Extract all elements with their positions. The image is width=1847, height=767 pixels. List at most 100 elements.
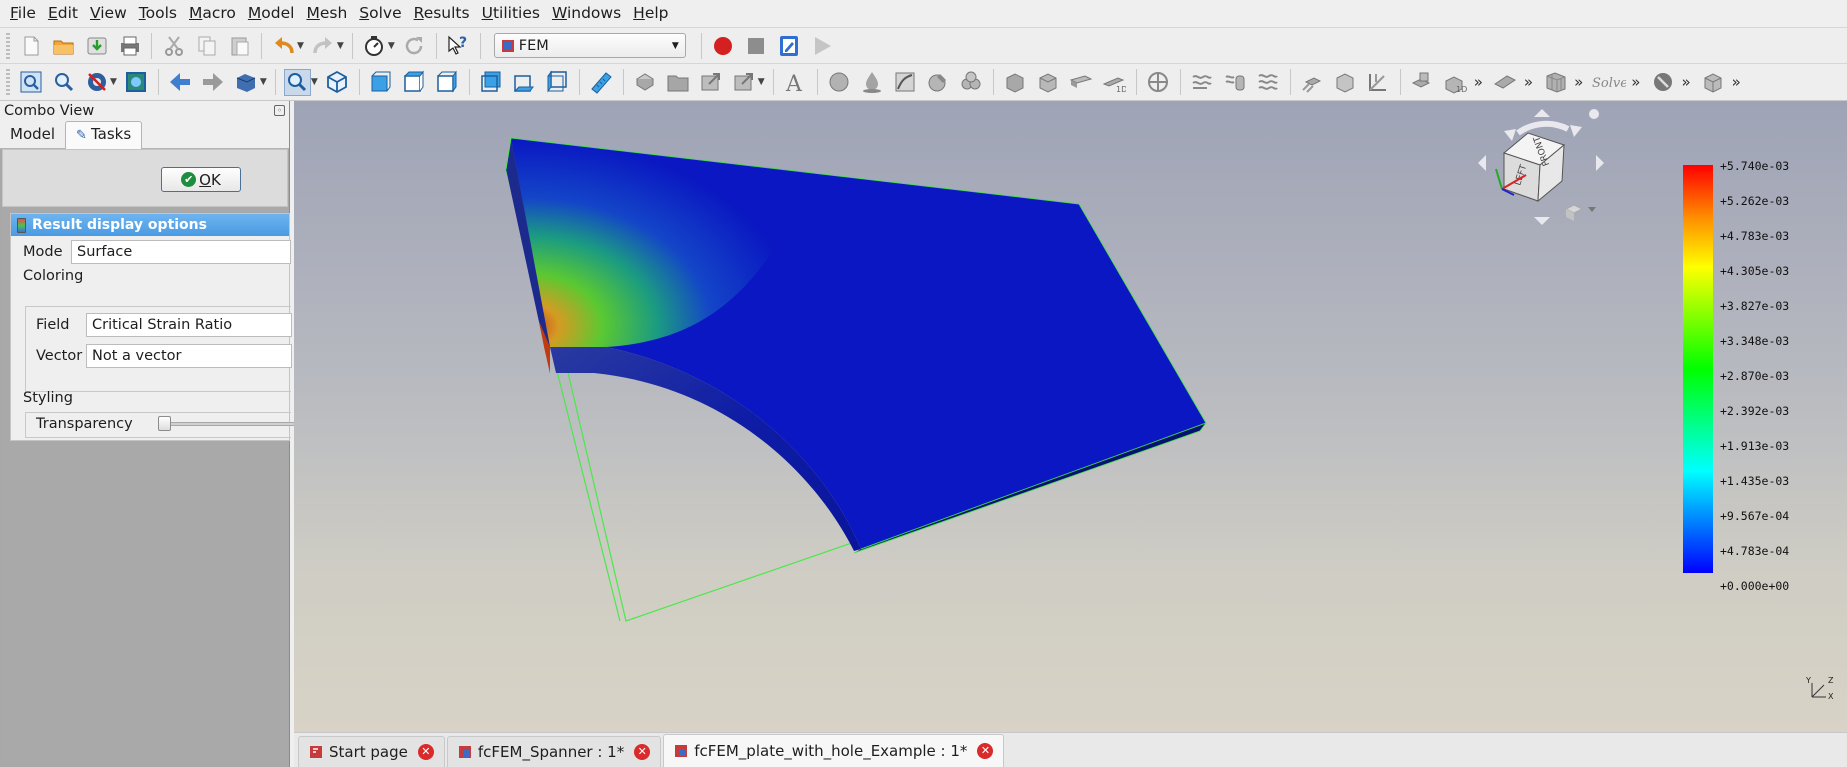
- close-icon[interactable]: ✕: [634, 744, 651, 760]
- fem-folder-icon[interactable]: [665, 69, 692, 96]
- beam-section-icon[interactable]: [1068, 69, 1095, 96]
- material-solid-icon[interactable]: [826, 69, 853, 96]
- std-views-icon[interactable]: [233, 69, 260, 96]
- element-geometry-1d-icon[interactable]: [1002, 69, 1029, 96]
- fit-all-icon[interactable]: [17, 69, 44, 96]
- toolbar-overflow-icon[interactable]: »: [1574, 73, 1583, 91]
- fem-export-dropdown-icon[interactable]: [731, 69, 758, 96]
- view-forward-arrow-icon[interactable]: [200, 69, 227, 96]
- macro-execute-icon[interactable]: [809, 32, 836, 59]
- rotate-arc-icon[interactable]: [1516, 120, 1570, 136]
- toolbar-overflow-icon[interactable]: »: [1631, 73, 1640, 91]
- macro-dropdown-icon[interactable]: ▼: [388, 41, 395, 51]
- 3d-view[interactable]: LEFT FRONT +5.740e-03 +5.262e-03 +4.783e-0…: [294, 101, 1847, 732]
- menu-edit[interactable]: Edit: [42, 0, 84, 27]
- fluid-material-icon[interactable]: [859, 69, 886, 96]
- save-icon[interactable]: [83, 32, 110, 59]
- macro-edit-icon[interactable]: [776, 32, 803, 59]
- view-menu-icon[interactable]: [1589, 109, 1599, 119]
- menu-windows[interactable]: Windows: [546, 0, 627, 27]
- tab-model[interactable]: Model: [0, 122, 65, 148]
- draw-style-icon[interactable]: [83, 69, 110, 96]
- undo-dropdown-icon[interactable]: ▼: [297, 41, 304, 51]
- float-panel-icon[interactable]: ◦: [274, 105, 285, 116]
- nonlinear-material-icon[interactable]: [892, 69, 919, 96]
- constraint-icon[interactable]: [1145, 69, 1172, 96]
- text-annotation-icon[interactable]: A: [782, 69, 809, 96]
- menu-utilities[interactable]: Utilities: [476, 0, 546, 27]
- workbench-selector[interactable]: FEM ▼: [493, 33, 686, 58]
- flow-velocity-icon[interactable]: [1189, 69, 1216, 96]
- toolbar-grip[interactable]: [6, 32, 10, 59]
- fixed-constraint-icon[interactable]: [1299, 69, 1326, 96]
- mesh-netgen-icon[interactable]: [1542, 69, 1569, 96]
- document-tab-active[interactable]: fcFEM_plate_with_hole_Example : 1* ✕: [663, 734, 1005, 767]
- redo-dropdown-icon[interactable]: ▼: [337, 41, 344, 51]
- tie-constraint-icon[interactable]: 1D: [1442, 69, 1469, 96]
- draw-style-dropdown-icon[interactable]: ▼: [110, 77, 117, 87]
- bounding-box-icon[interactable]: [123, 69, 150, 96]
- beam-rotation-icon[interactable]: 1D: [1101, 69, 1128, 96]
- export-dropdown-arrow-icon[interactable]: ▼: [758, 77, 765, 87]
- transparency-slider-track[interactable]: [160, 422, 300, 426]
- menu-tools[interactable]: Tools: [133, 0, 183, 27]
- toolbar-overflow-icon[interactable]: »: [1474, 73, 1483, 91]
- menu-results[interactable]: Results: [408, 0, 476, 27]
- view-back-arrow-icon[interactable]: [167, 69, 194, 96]
- field-select[interactable]: Critical Strain Ratio: [86, 313, 292, 337]
- menu-macro[interactable]: Macro: [183, 0, 242, 27]
- zoom-dropdown-icon[interactable]: ▼: [311, 77, 318, 87]
- mesh-region-icon[interactable]: [1492, 69, 1519, 96]
- paste-icon[interactable]: [226, 32, 253, 59]
- menu-model[interactable]: Model: [242, 0, 301, 27]
- nav-arrow-left-icon[interactable]: [1478, 155, 1486, 171]
- recompute-icon[interactable]: [401, 32, 428, 59]
- purge-results-icon[interactable]: [1649, 69, 1676, 96]
- fit-selection-icon[interactable]: [50, 69, 77, 96]
- solver-icon[interactable]: Solver: [1592, 69, 1626, 96]
- menu-mesh[interactable]: Mesh: [300, 0, 353, 27]
- macro-record-icon[interactable]: [710, 32, 737, 59]
- result-show-icon[interactable]: [1700, 69, 1727, 96]
- new-document-icon[interactable]: [17, 32, 44, 59]
- macro-stop-icon[interactable]: [743, 32, 770, 59]
- nav-arrow-right-icon[interactable]: [1596, 155, 1604, 171]
- rear-view-icon[interactable]: [478, 69, 505, 96]
- toolbar-overflow-icon[interactable]: »: [1524, 73, 1533, 91]
- close-icon[interactable]: ✕: [417, 744, 434, 760]
- document-tab[interactable]: Start page ✕: [298, 736, 445, 767]
- material-mix-icon[interactable]: [958, 69, 985, 96]
- toolbar-grip[interactable]: [6, 69, 10, 95]
- copy-icon[interactable]: [193, 32, 220, 59]
- fem-analysis-icon[interactable]: [632, 69, 659, 96]
- toolbar-overflow-icon[interactable]: »: [1732, 73, 1741, 91]
- tab-tasks[interactable]: ✎ Tasks: [65, 121, 143, 149]
- menu-view[interactable]: View: [84, 0, 133, 27]
- transparency-slider-handle[interactable]: [158, 416, 171, 431]
- menu-solve[interactable]: Solve: [353, 0, 407, 27]
- undo-icon[interactable]: [270, 32, 297, 59]
- cut-icon[interactable]: [160, 32, 187, 59]
- document-tab[interactable]: fcFEM_Spanner : 1* ✕: [446, 736, 662, 767]
- chevron-down-icon[interactable]: [1588, 207, 1596, 212]
- nav-arrow-up-icon[interactable]: [1534, 109, 1550, 117]
- fem-result-mesh[interactable]: [294, 101, 1847, 732]
- refresh-stopwatch-icon[interactable]: [361, 32, 388, 59]
- right-view-icon[interactable]: [434, 69, 461, 96]
- planar-rotation-icon[interactable]: [1365, 69, 1392, 96]
- navigation-cube[interactable]: LEFT FRONT: [1468, 101, 1604, 241]
- redo-icon[interactable]: [310, 32, 337, 59]
- front-view-icon[interactable]: [368, 69, 395, 96]
- element-geometry-2d-icon[interactable]: [1035, 69, 1062, 96]
- vector-select[interactable]: Not a vector: [86, 344, 292, 368]
- left-view-icon[interactable]: [544, 69, 571, 96]
- initial-flow-icon[interactable]: [1255, 69, 1282, 96]
- toolbar-overflow-icon[interactable]: »: [1681, 73, 1690, 91]
- std-views-dropdown-icon[interactable]: ▼: [260, 77, 267, 87]
- top-view-icon[interactable]: [401, 69, 428, 96]
- material-editor-icon[interactable]: [925, 69, 952, 96]
- whats-this-icon[interactable]: ?: [445, 32, 472, 59]
- nav-arrow-down-icon[interactable]: [1534, 217, 1550, 225]
- close-icon[interactable]: ✕: [977, 743, 994, 759]
- fem-export-icon[interactable]: [698, 69, 725, 96]
